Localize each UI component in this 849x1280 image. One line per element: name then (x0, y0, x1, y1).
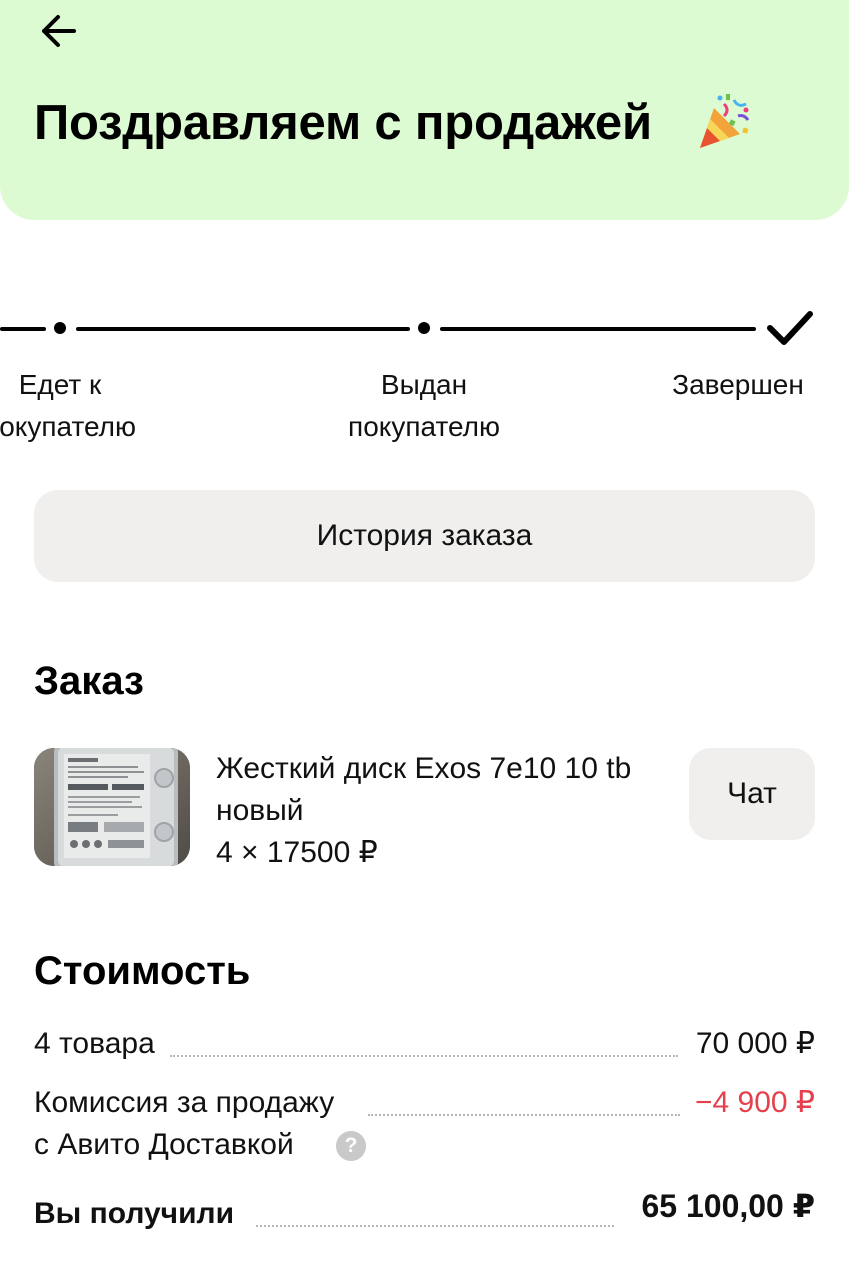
total-label: Вы получили (34, 1197, 235, 1230)
cost-row-items: 4 товара 70 000 ₽ (34, 1024, 815, 1064)
order-history-button[interactable]: История заказа (34, 490, 815, 582)
product-quantity-price: 4 × 17500 ₽ (216, 836, 378, 869)
step-label-en-route: Едет к покупателю (0, 364, 142, 448)
stepper-line (0, 327, 46, 331)
congrats-header: Поздравляем с продажей (0, 0, 849, 220)
dotted-leader (368, 1114, 680, 1116)
help-icon[interactable]: ? (336, 1131, 366, 1161)
cost-items-value: 70 000 ₽ (695, 1027, 815, 1060)
product-title[interactable]: Жесткий диск Exos 7e10 10 tb новый (216, 748, 676, 832)
stepper-line (440, 327, 756, 331)
step-dot (54, 322, 66, 334)
cost-items-label: 4 товара (34, 1027, 155, 1060)
order-section-title: Заказ (34, 659, 144, 703)
stepper-line (76, 327, 410, 331)
order-success-screen: Поздравляем с продажей Едет к покупателю (0, 0, 849, 1280)
cost-section-title: Стоимость (34, 949, 251, 993)
step-label-line: Выдан (380, 369, 468, 400)
party-popper-icon (700, 94, 750, 148)
step-label-line: покупателю (0, 411, 136, 442)
step-label-completed: Завершен (656, 364, 820, 406)
fee-value: −4 900 ₽ (694, 1086, 815, 1119)
arrow-left-icon (42, 15, 76, 47)
dotted-leader (256, 1225, 614, 1227)
chat-button[interactable]: Чат (689, 748, 815, 840)
step-label-delivered: Выдан покупателю (324, 364, 524, 448)
checkmark-icon (767, 311, 813, 345)
step-label-line: Едет к (18, 369, 102, 400)
product-thumbnail[interactable] (34, 748, 190, 866)
step-label-line: покупателю (348, 411, 500, 442)
page-title: Поздравляем с продажей (34, 96, 652, 150)
step-label-line: Завершен (672, 369, 804, 400)
fee-label-line2: с Авито Доставкой (34, 1128, 294, 1161)
total-value: 65 100,00 ₽ (641, 1188, 815, 1224)
cost-row-total: Вы получили 65 100,00 ₽ (34, 1188, 815, 1234)
fee-label-line1: Комиссия за продажу (34, 1086, 335, 1119)
dotted-leader (170, 1055, 678, 1057)
step-dot (418, 322, 430, 334)
back-button[interactable] (30, 6, 86, 56)
cost-row-fee: Комиссия за продажу −4 900 ₽ с Авито Дос… (34, 1083, 815, 1167)
hard-drive-photo (34, 748, 190, 866)
